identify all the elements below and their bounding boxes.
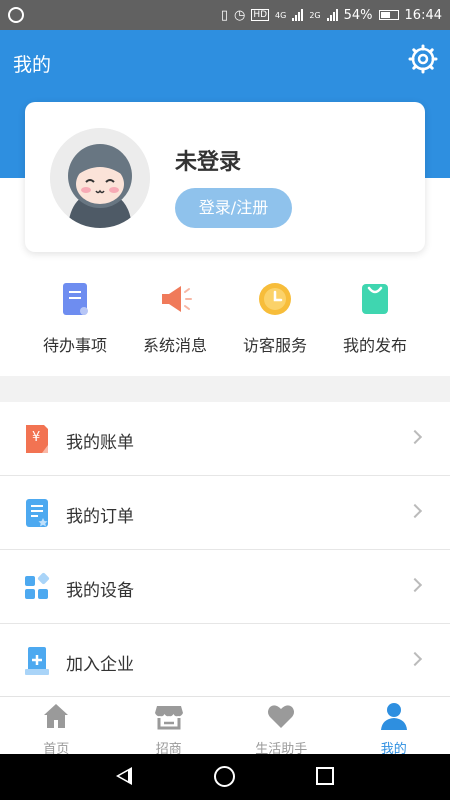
quick-label-publish: 我的发布 [342, 336, 407, 355]
recent-apps-icon[interactable] [316, 767, 334, 785]
signal-icon [292, 9, 304, 21]
menu-item-bill[interactable]: ¥ 我的账单 [0, 402, 450, 476]
menu-label-device: 我的设备 [66, 581, 134, 601]
quick-item-todo[interactable]: 待办事项 [25, 282, 125, 356]
status-bar-right: ▯ ◷ HD 4G 2G 54% 16:44 [221, 8, 442, 23]
device-grid-icon [25, 572, 50, 599]
clock-icon [259, 283, 291, 315]
shopping-bag-icon [362, 284, 388, 314]
document-icon [63, 283, 88, 315]
back-icon[interactable] [116, 767, 132, 785]
avatar-illustration-icon [50, 128, 150, 228]
chevron-right-icon [407, 429, 423, 445]
heart-icon [268, 705, 295, 728]
status-bar: ▯ ◷ HD 4G 2G 54% 16:44 [0, 0, 450, 30]
tab-home[interactable]: 首页 [0, 697, 113, 757]
svg-text:¥: ¥ [32, 430, 40, 445]
chevron-right-icon [407, 651, 423, 667]
page-title: 我的 [13, 54, 52, 76]
login-status: 未登录 [175, 150, 242, 175]
login-register-button[interactable]: 登录/注册 [175, 188, 292, 228]
quick-item-messages[interactable]: 系统消息 [125, 282, 225, 356]
chevron-right-icon [407, 577, 423, 593]
menu-label-join-company: 加入企业 [66, 655, 134, 675]
home-icon [44, 704, 69, 728]
tab-investment[interactable]: 招商 [113, 697, 226, 757]
menu-item-order[interactable]: 我的订单 [0, 476, 450, 550]
profile-card: 未登录 登录/注册 [25, 102, 425, 252]
quick-label-todo: 待办事项 [42, 336, 107, 355]
menu-list: ¥ 我的账单 我的订单 我的设备 加入企业 [0, 402, 450, 698]
hd-icon: HD [251, 9, 270, 21]
menu-label-order: 我的订单 [66, 507, 134, 527]
home-circle-icon[interactable] [214, 766, 235, 787]
battery-percent: 54% [343, 7, 373, 23]
order-icon [26, 499, 48, 527]
megaphone-icon [162, 286, 192, 312]
sync-icon [8, 7, 24, 23]
battery-icon [378, 10, 399, 20]
menu-item-join-company[interactable]: 加入企业 [0, 624, 450, 698]
vibrate-icon: ▯ [220, 7, 228, 23]
network-label: 4G [275, 10, 287, 20]
bill-icon: ¥ [26, 425, 48, 453]
avatar[interactable] [50, 128, 150, 228]
tab-life-assistant[interactable]: 生活助手 [225, 697, 338, 757]
quick-item-publish[interactable]: 我的发布 [325, 282, 425, 356]
signal2-icon [326, 9, 338, 21]
tab-mine[interactable]: 我的 [338, 697, 450, 757]
quick-label-messages: 系统消息 [142, 336, 207, 355]
menu-label-bill: 我的账单 [66, 433, 134, 453]
quick-item-visitor[interactable]: 访客服务 [225, 282, 325, 356]
system-nav-bar [0, 754, 450, 800]
alarm-icon: ◷ [233, 7, 246, 23]
gear-icon[interactable] [408, 44, 438, 74]
user-icon [380, 703, 407, 730]
building-icon [25, 647, 49, 675]
network2-label: 2G [309, 10, 321, 20]
tab-bar: 首页 招商 生活助手 我的 [0, 696, 450, 757]
chevron-right-icon [407, 503, 423, 519]
store-icon [154, 706, 183, 730]
menu-item-device[interactable]: 我的设备 [0, 550, 450, 624]
clock-time: 16:44 [404, 7, 442, 23]
quick-label-visitor: 访客服务 [242, 336, 307, 355]
